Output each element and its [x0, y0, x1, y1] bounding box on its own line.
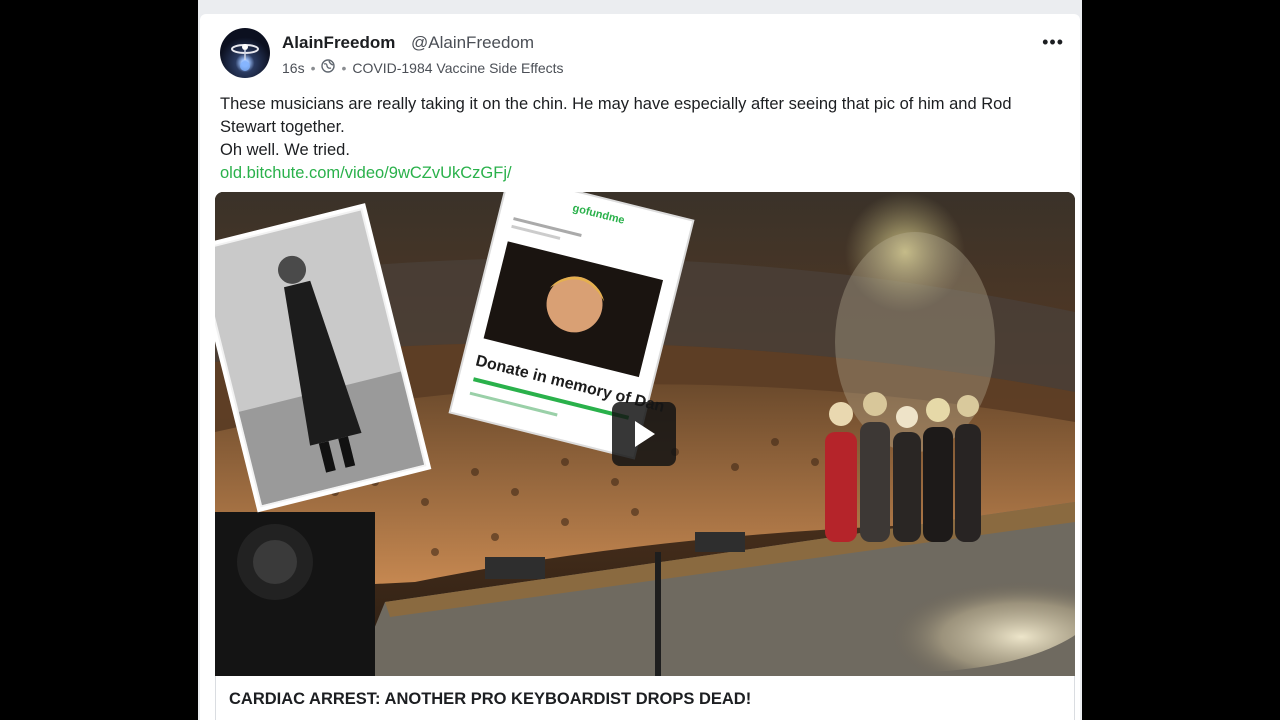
group-name-link[interactable]: COVID-1984 Vaccine Side Effects [352, 60, 563, 76]
separator-dot: • [341, 59, 347, 76]
author-name[interactable]: AlainFreedom [282, 33, 395, 53]
post-body: These musicians are really taking it on … [220, 93, 1070, 185]
media-title[interactable]: CARDIAC ARREST: ANOTHER PRO KEYBOARDIST … [229, 690, 751, 709]
globe-icon [321, 59, 336, 76]
post-text-line: Oh well. We tried. [220, 141, 350, 159]
media-caption-bar[interactable]: CARDIAC ARREST: ANOTHER PRO KEYBOARDIST … [215, 676, 1075, 720]
feed-area: AlainFreedom @AlainFreedom 16s • • COVID… [198, 0, 1082, 720]
post-meta: 16s • • COVID-1984 Vaccine Side Effects [282, 59, 564, 76]
post-card: AlainFreedom @AlainFreedom 16s • • COVID… [200, 14, 1080, 720]
post-link[interactable]: old.bitchute.com/video/9wCZvUkCzGFj/ [220, 164, 512, 182]
post-timestamp[interactable]: 16s [282, 60, 305, 76]
separator-dot: • [310, 59, 316, 76]
video-thumbnail[interactable]: gofundme Donate in memory of Dan [215, 192, 1075, 676]
post-text-line: These musicians are really taking it on … [220, 95, 1012, 136]
author-handle[interactable]: @AlainFreedom [411, 33, 534, 53]
play-icon[interactable] [612, 402, 676, 466]
more-options-icon[interactable]: ••• [1042, 32, 1064, 53]
author-avatar[interactable] [220, 28, 270, 78]
